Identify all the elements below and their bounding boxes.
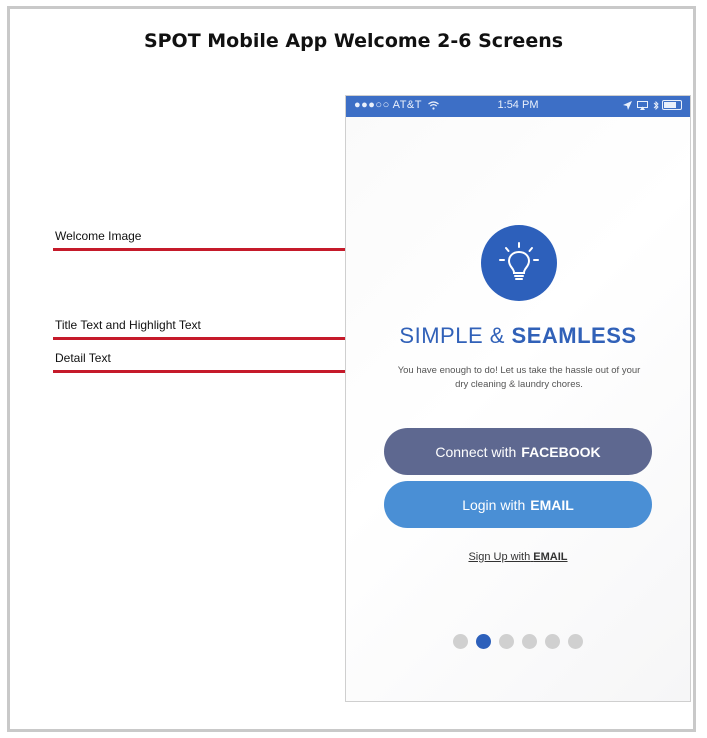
- status-icons: [622, 99, 682, 111]
- signup-link-prefix: Sign Up with: [468, 551, 531, 563]
- signup-email-link[interactable]: Sign Up with EMAIL: [346, 551, 690, 563]
- pagination-dot[interactable]: [522, 634, 537, 649]
- title-text: SIMPLE & SEAMLESS: [346, 323, 690, 349]
- welcome-image: [481, 225, 557, 301]
- email-button-prefix: Login with: [462, 496, 526, 513]
- annotation-welcome-image-label: Welcome Image: [55, 229, 142, 243]
- detail-text: You have enough to do! Let us take the h…: [366, 364, 672, 392]
- detail-line-2: dry cleaning & laundry chores.: [455, 379, 583, 390]
- status-bar: ●●●○○ AT&T 1:54 PM: [346, 96, 690, 117]
- facebook-button-prefix: Connect with: [435, 443, 517, 460]
- annotation-detail-text-label: Detail Text: [55, 351, 111, 365]
- title-main: SIMPLE &: [399, 323, 505, 348]
- airplay-icon: [636, 100, 648, 110]
- title-highlight: SEAMLESS: [511, 323, 637, 348]
- connect-facebook-button[interactable]: Connect with FACEBOOK: [384, 428, 652, 475]
- battery-icon: [662, 100, 682, 111]
- detail-line-1: You have enough to do! Let us take the h…: [397, 365, 641, 376]
- email-button-bold: EMAIL: [530, 496, 574, 513]
- pagination-dot[interactable]: [476, 634, 491, 649]
- login-email-button[interactable]: Login with EMAIL: [384, 481, 652, 528]
- pagination-dot[interactable]: [568, 634, 583, 649]
- phone-screen: ●●●○○ AT&T 1:54 PM SIMPLE & SEAMLESS You…: [345, 95, 691, 702]
- annotation-title-text-label: Title Text and Highlight Text: [55, 318, 201, 332]
- pagination-dot[interactable]: [499, 634, 514, 649]
- annotation-title-text-line: [53, 337, 390, 340]
- facebook-button-bold: FACEBOOK: [521, 443, 601, 460]
- pagination-dot[interactable]: [453, 634, 468, 649]
- signup-link-bold: EMAIL: [533, 551, 568, 563]
- pagination-dots: [346, 634, 690, 649]
- lightbulb-icon: [499, 242, 539, 280]
- page-title: SPOT Mobile App Welcome 2-6 Screens: [143, 30, 564, 52]
- location-icon: [622, 100, 632, 110]
- pagination-dot[interactable]: [545, 634, 560, 649]
- bluetooth-icon: [653, 100, 659, 110]
- annotation-detail-text-line: [53, 370, 365, 373]
